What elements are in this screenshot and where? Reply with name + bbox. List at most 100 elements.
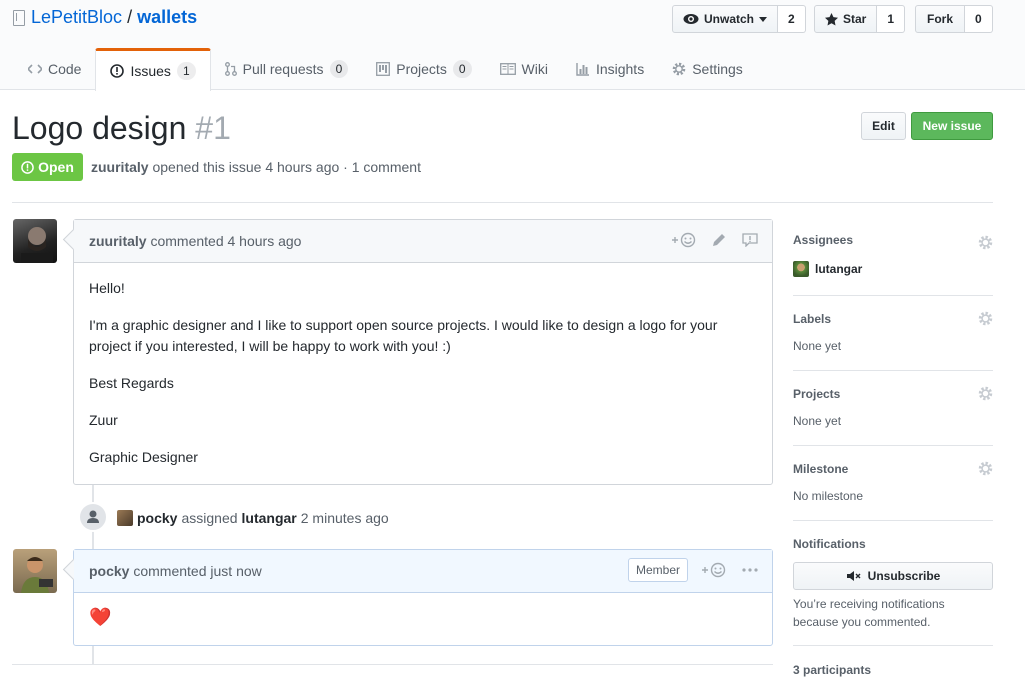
gear-icon: [672, 62, 686, 76]
comment-time[interactable]: commented just now: [133, 563, 261, 579]
event-target-link[interactable]: lutangar: [242, 510, 297, 526]
fork-group: Fork 0: [915, 5, 993, 33]
notifications-title: Notifications: [793, 537, 866, 551]
avatar[interactable]: [13, 549, 57, 593]
comment-paragraph: Zuur: [89, 412, 118, 428]
star-count[interactable]: 1: [877, 5, 906, 33]
projects-title[interactable]: Projects: [793, 387, 840, 401]
repo-header: LePetitBloc / wallets Unwatch 2 Star 1 F…: [0, 0, 1025, 91]
gear-icon[interactable]: [978, 311, 993, 326]
issue-title-text: Logo design: [12, 110, 187, 146]
event-actor-link[interactable]: pocky: [137, 510, 177, 526]
avatar-image: [21, 557, 53, 593]
star-button[interactable]: Star: [814, 5, 878, 33]
projects-counter: 0: [452, 60, 472, 78]
issue-meta-text: opened this issue 4 hours ago · 1 commen…: [152, 159, 421, 175]
gear-icon[interactable]: [978, 235, 993, 250]
projects-value: None yet: [793, 414, 842, 428]
fork-count[interactable]: 0: [965, 5, 993, 33]
star-icon: [825, 12, 838, 25]
pull-request-icon: [224, 62, 237, 76]
book-icon: [499, 63, 516, 75]
issue-icon: [110, 64, 125, 78]
add-reaction-icon[interactable]: [670, 232, 696, 248]
issue-opened-icon: [21, 160, 34, 174]
star-group: Star 1: [814, 5, 906, 33]
labels-title[interactable]: Labels: [793, 312, 831, 326]
status-badge: Open: [12, 153, 83, 181]
notifications-reason-line: You’re receiving notifications: [793, 597, 945, 611]
pencil-icon[interactable]: [712, 233, 726, 247]
comment-box: pocky commented just now Member ❤️: [73, 549, 773, 646]
divider: [793, 370, 993, 371]
participants-title: 3 participants: [793, 663, 872, 677]
tab-insights[interactable]: Insights: [562, 48, 658, 90]
divider: [793, 445, 993, 446]
notifications-reason-line: because you commented.: [793, 615, 931, 629]
divider: [12, 202, 993, 203]
issues-counter: 1: [176, 62, 196, 80]
tab-projects[interactable]: Projects 0: [362, 48, 485, 90]
tab-wiki-label: Wiki: [521, 61, 548, 77]
assignee-avatar: [793, 261, 809, 277]
divider: [12, 664, 773, 665]
milestone-title[interactable]: Milestone: [793, 462, 848, 476]
mute-icon: [846, 571, 861, 581]
member-badge: Member: [627, 558, 688, 582]
comment-actions: [670, 232, 758, 248]
code-icon: [28, 64, 42, 74]
event-actor-avatar[interactable]: [117, 510, 133, 526]
repo-nav: Code Issues 1 Pull requests 0 Projects 0…: [14, 48, 757, 91]
repo-owner-link[interactable]: LePetitBloc: [31, 7, 122, 27]
comment-paragraph: Hello!: [89, 280, 125, 296]
comment-header: pocky commented just now Member: [74, 550, 772, 593]
tab-projects-label: Projects: [396, 61, 447, 77]
tab-pull-requests[interactable]: Pull requests 0: [211, 48, 363, 90]
assignee[interactable]: lutangar: [793, 261, 862, 277]
status-label: Open: [38, 159, 74, 175]
caret-down-icon: [759, 16, 768, 22]
project-icon: [376, 62, 391, 76]
labels-value: None yet: [793, 339, 842, 353]
tab-issues-label: Issues: [130, 63, 171, 79]
assign-event: pocky assigned lutangar 2 minutes ago: [117, 510, 389, 526]
unwatch-button[interactable]: Unwatch: [672, 5, 779, 33]
repo-name-link[interactable]: wallets: [137, 7, 197, 27]
unsubscribe-button[interactable]: Unsubscribe: [793, 562, 993, 590]
unwatch-label: Unwatch: [704, 12, 755, 26]
assignees-title[interactable]: Assignees: [793, 233, 853, 247]
fork-button[interactable]: Fork: [915, 5, 966, 33]
kebab-horizontal-icon[interactable]: [742, 568, 758, 572]
gear-icon[interactable]: [978, 386, 993, 401]
comment-author-link[interactable]: pocky: [89, 563, 129, 579]
issue-number: #1: [195, 110, 231, 146]
person-icon: [87, 510, 99, 523]
tab-settings[interactable]: Settings: [658, 48, 757, 90]
tab-insights-label: Insights: [595, 61, 645, 77]
comment-time[interactable]: commented 4 hours ago: [150, 233, 301, 249]
tab-code[interactable]: Code: [14, 48, 95, 90]
timeline-line: [92, 645, 94, 665]
divider: [793, 520, 993, 521]
tab-wiki[interactable]: Wiki: [486, 48, 562, 90]
watch-count[interactable]: 2: [778, 5, 806, 33]
gear-icon[interactable]: [978, 461, 993, 476]
comment-paragraph: Graphic Designer: [89, 449, 198, 465]
assignee-name: lutangar: [815, 262, 863, 276]
new-issue-button[interactable]: New issue: [911, 112, 993, 140]
tab-issues[interactable]: Issues 1: [95, 48, 211, 91]
tab-settings-label: Settings: [692, 61, 743, 77]
comment-paragraph: I'm a graphic designer and I like to sup…: [89, 317, 718, 354]
event-time[interactable]: 2 minutes ago: [301, 510, 389, 526]
repo-icon: [13, 10, 25, 26]
comment-author-link[interactable]: zuuritaly: [89, 233, 147, 249]
divider: [793, 645, 993, 646]
edit-button[interactable]: Edit: [861, 112, 906, 140]
add-reaction-icon[interactable]: [700, 562, 726, 578]
issue-author-link[interactable]: zuuritaly: [91, 159, 149, 175]
comment-body: ❤️: [74, 593, 772, 640]
pull-requests-counter: 0: [329, 60, 349, 78]
repo-title: LePetitBloc / wallets: [31, 7, 197, 28]
report-icon[interactable]: [742, 233, 758, 247]
avatar[interactable]: [13, 219, 57, 263]
